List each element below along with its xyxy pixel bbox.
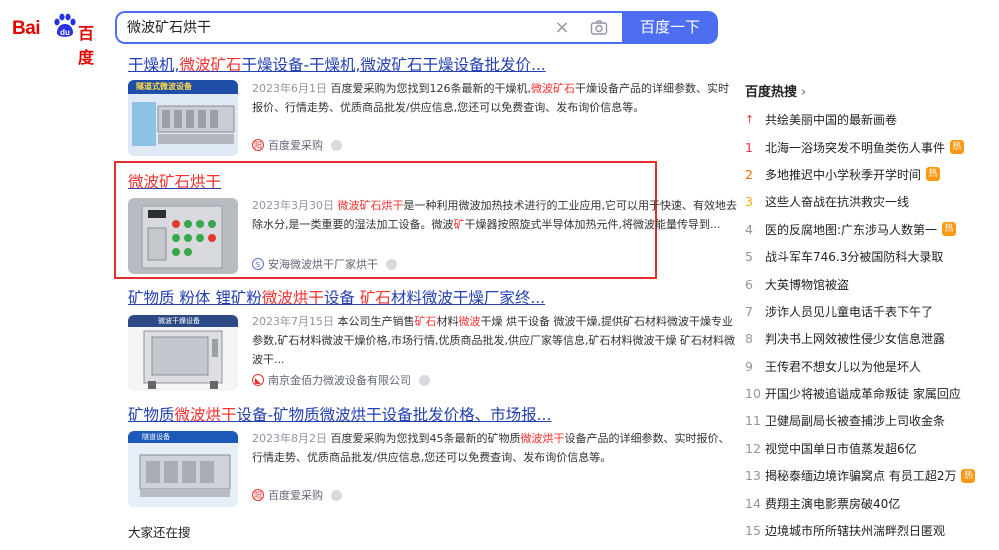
result-thumbnail[interactable]: 微波干燥设备 <box>128 315 238 391</box>
hot-item-text: 涉诈人员见儿童电话千表下午了 <box>765 304 934 319</box>
hot-search-item[interactable]: 1 北海一浴场突发不明鱼类伤人事件热 <box>745 133 985 160</box>
hot-search-item[interactable]: 11 卫健局副局长被查捕涉上司收金条 <box>745 407 985 434</box>
result-thumbnail[interactable]: 隧道式微波设备 <box>128 80 238 156</box>
hot-item-text: 医的反腐地图:广东涉马人数第一 <box>765 222 938 237</box>
aicaigou-icon: 阳 <box>252 489 264 501</box>
hot-rank: 4 <box>745 221 753 237</box>
search-result: 矿物质微波烘干设备-矿物质微波烘干设备批发价格、市场报... 隧道设备 2023… <box>128 405 730 507</box>
hot-search-item[interactable]: 8 判决书上网效被性侵少女信息泄露 <box>745 325 985 352</box>
hot-search-item[interactable]: 14 费翔主演电影票房破40亿 <box>745 489 985 516</box>
search-button[interactable]: 百度一下 <box>622 11 718 44</box>
hot-badge: 热 <box>961 468 976 483</box>
hot-rank: 15 <box>745 523 761 539</box>
hot-item-text: 卫健局副局长被查捕涉上司收金条 <box>765 414 946 429</box>
hot-search-item[interactable]: 10 开国少将被追谥成革命叛徒 家属回应 <box>745 380 985 407</box>
hot-rank: 13 <box>745 468 761 484</box>
hot-item-text: 多地推迟中小学秋季开学时间 <box>765 167 922 182</box>
hot-rank: 7 <box>745 303 753 319</box>
hot-search-item[interactable]: 7 涉诈人员见儿童电话千表下午了 <box>745 298 985 325</box>
hot-search-item[interactable]: 13 揭秘泰缅边境诈骗窝点 有员工超2万热 <box>745 462 985 489</box>
hot-search-item[interactable]: ↑ 共绘美丽中国的最新画卷 <box>745 106 985 133</box>
hot-item-text: 共绘美丽中国的最新画卷 <box>765 113 898 128</box>
hot-item-text: 揭秘泰缅边境诈骗窝点 有员工超2万 <box>765 469 957 484</box>
hot-item-text: 费翔主演电影票房破40亿 <box>765 496 901 511</box>
logo-text-bai: Bai <box>12 18 41 39</box>
hot-search-item[interactable]: 2 多地推迟中小学秋季开学时间热 <box>745 161 985 188</box>
hot-rank: ↑ <box>745 113 755 127</box>
result-title[interactable]: 矿物质微波烘干设备-矿物质微波烘干设备批发价格、市场报... <box>128 405 648 425</box>
logo-text-baidu: 百度 <box>78 24 94 67</box>
search-result: 微波矿石烘干 2023年3月30日 微波矿石烘干是一种利用微波加热技术进行的工业… <box>128 172 737 274</box>
hot-rank: 2 <box>745 166 753 182</box>
hot-item-text: 判决书上网效被性侵少女信息泄露 <box>765 332 946 347</box>
result-snippet: 2023年6月1日 百度爱采购为您找到126条最新的干燥机,微波矿石干燥设备产品… <box>252 82 729 114</box>
hot-item-text: 这些人奋战在抗洪救灾一线 <box>765 195 910 210</box>
result-snippet: 2023年3月30日 微波矿石烘干是一种利用微波加热技术进行的工业应用,它可以用… <box>252 199 737 231</box>
more-icon[interactable] <box>331 139 342 151</box>
hot-item-text: 战斗军车746.3分被国防科大录取 <box>765 250 944 265</box>
result-source[interactable]: 阳 百度爱采购 <box>252 137 342 153</box>
hot-search-title[interactable]: 百度热搜 › <box>745 81 806 100</box>
result-thumbnail[interactable]: 隧道设备 <box>128 431 238 507</box>
hot-item-text: 开国少将被追谥成革命叛徒 家属回应 <box>765 387 961 402</box>
hot-rank: 3 <box>745 194 753 210</box>
result-title[interactable]: 微波矿石烘干 <box>128 172 648 192</box>
search-result: 干燥机,微波矿石干燥设备-干燥机,微波矿石干燥设备批发价... 隧道式微波设备 … <box>128 55 729 156</box>
hot-rank: 11 <box>745 413 761 429</box>
hot-search-item[interactable]: 15 边境城市所所辖扶州湍畔烈日匿观 <box>745 517 985 544</box>
hot-rank: 9 <box>745 358 753 374</box>
aicaigou-icon: 阳 <box>252 139 264 151</box>
search-box: × <box>115 11 622 44</box>
result-title[interactable]: 干燥机,微波矿石干燥设备-干燥机,微波矿石干燥设备批发价... <box>128 55 648 75</box>
result-source[interactable]: 阳 百度爱采购 <box>252 487 342 503</box>
hot-search-list: ↑ 共绘美丽中国的最新画卷 1 北海一浴场突发不明鱼类伤人事件热 2 多地推迟中小学秋季开… <box>745 106 985 544</box>
also-search-heading: 大家还在搜 <box>128 525 191 540</box>
hot-rank: 14 <box>745 495 761 511</box>
hot-rank: 5 <box>745 249 753 265</box>
thumbnail-label: 隧道式微波设备 <box>136 82 192 91</box>
hot-item-text: 边境城市所所辖扶州湍畔烈日匿观 <box>765 524 946 539</box>
hot-item-text: 王传君不想女儿以为他是坏人 <box>765 359 922 374</box>
hot-search-item[interactable]: 5 战斗军车746.3分被国防科大录取 <box>745 243 985 270</box>
hot-rank: 8 <box>745 331 753 347</box>
result-snippet: 2023年8月2日 百度爱采购为您找到45条最新的矿物质微波烘干设备产品的详细参… <box>252 432 730 464</box>
search-result: 矿物质 粉体 锂矿粉微波烘干设备 矿石材料微波干燥厂家终... 微波干燥设备 2… <box>128 288 735 391</box>
hot-rank: 6 <box>745 276 753 292</box>
result-title[interactable]: 矿物质 粉体 锂矿粉微波烘干设备 矿石材料微波干燥厂家终... <box>128 288 648 308</box>
hot-item-text: 大英博物馆被盗 <box>765 277 850 292</box>
svg-text:du: du <box>60 28 70 37</box>
hot-item-text: 北海一浴场突发不明鱼类伤人事件 <box>765 140 946 155</box>
hot-badge: 热 <box>926 167 941 182</box>
close-icon[interactable]: × <box>553 19 571 37</box>
result-source[interactable]: ◣ 南京金佰力微波设备有限公司 <box>252 372 430 388</box>
hot-search-item[interactable]: 9 王传君不想女儿以为他是坏人 <box>745 353 985 380</box>
hot-rank: 1 <box>745 139 753 155</box>
hot-badge: 热 <box>942 222 957 237</box>
result-snippet: 2023年7月15日 本公司生产销售矿石材料微波干燥 烘干设备 微波干燥,提供矿… <box>252 315 735 366</box>
search-input[interactable] <box>127 19 527 35</box>
site-icon: S <box>252 258 264 270</box>
more-icon[interactable] <box>419 374 430 386</box>
more-icon[interactable] <box>386 258 397 270</box>
more-icon[interactable] <box>331 489 342 501</box>
hot-rank: 10 <box>745 386 761 402</box>
result-thumbnail[interactable] <box>128 198 238 274</box>
camera-icon[interactable] <box>590 19 608 37</box>
hot-search-item[interactable]: 6 大英博物馆被盗 <box>745 270 985 297</box>
thumbnail-label: 微波干燥设备 <box>158 317 200 325</box>
baidu-logo[interactable]: Bai du 百度 <box>12 13 104 67</box>
result-source[interactable]: S 安海微波烘干厂家烘干 <box>252 256 397 272</box>
hot-rank: 12 <box>745 440 761 456</box>
thumbnail-label: 隧道设备 <box>142 433 170 441</box>
hot-badge: 热 <box>950 140 965 155</box>
hot-search-item[interactable]: 12 视觉中国单日市值蒸发超6亿 <box>745 435 985 462</box>
chevron-right-icon: › <box>801 85 807 100</box>
hot-search-item[interactable]: 3 这些人奋战在抗洪救灾一线 <box>745 188 985 215</box>
paw-icon: du <box>54 13 76 37</box>
hot-search-item[interactable]: 4 医的反腐地图:广东涉马人数第一热 <box>745 216 985 243</box>
site-icon: ◣ <box>252 374 264 386</box>
hot-item-text: 视觉中国单日市值蒸发超6亿 <box>765 441 917 456</box>
